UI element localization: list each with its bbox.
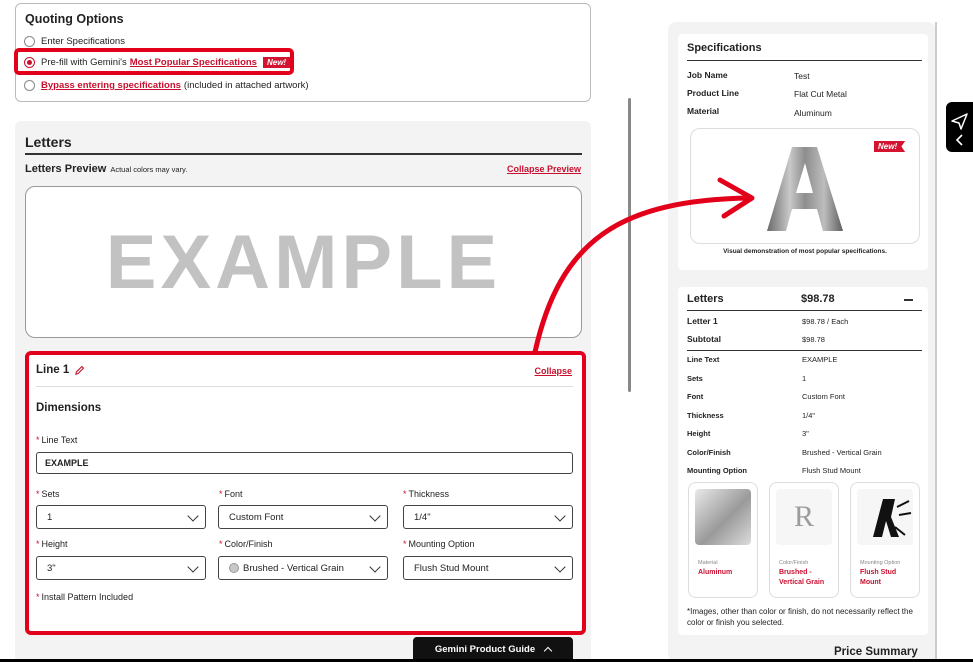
radio-bypass-specifications[interactable]	[24, 80, 35, 91]
radio-enter-specifications[interactable]	[24, 36, 35, 47]
mounting-option-thumb: Mounting Option Flush Stud Mount	[850, 482, 920, 598]
material-image	[695, 489, 751, 545]
summary-row-key: Height	[687, 429, 711, 438]
letters-preview-note: Actual colors may vary.	[110, 165, 188, 174]
letters-title: Letters	[25, 134, 72, 150]
summary-row-key: Line Text	[687, 355, 720, 364]
collapse-line-link[interactable]: Collapse	[534, 366, 572, 376]
option-enter-specifications-label: Enter Specifications	[41, 36, 125, 47]
line-1-title: Line 1	[36, 364, 70, 376]
summary-row-value: 1	[802, 373, 807, 383]
mounting-option-select[interactable]: Flush Stud Mount	[403, 556, 573, 580]
letters-preview-label: Letters Preview Actual colors may vary.	[25, 163, 187, 175]
new-badge: New!	[874, 141, 906, 152]
sets-label: * Sets	[36, 489, 60, 499]
thumb-value: Flush Stud Mount	[860, 569, 897, 586]
mounting-option-label: * Mounting Option	[403, 539, 475, 549]
summary-row-value: EXAMPLE	[802, 355, 838, 364]
summary-row-key: Sets	[687, 373, 703, 383]
job-name-value: Test	[794, 71, 810, 81]
product-guide-label: Gemini Product Guide	[434, 644, 536, 655]
chevron-down-icon	[187, 561, 199, 573]
thumb-label: Material	[698, 560, 718, 566]
product-line-value: Flat Cut Metal	[794, 89, 847, 99]
chevron-up-icon	[543, 646, 553, 656]
install-pattern-label: * Install Pattern Included	[36, 592, 134, 602]
side-widget[interactable]	[946, 102, 973, 152]
height-label: * Height	[36, 539, 68, 549]
summary-row-key: Font	[687, 392, 704, 401]
color-finish-select[interactable]: Brushed - Vertical Grain	[218, 556, 388, 580]
pencil-icon[interactable]	[74, 365, 85, 376]
option-bypass-specifications[interactable]: Bypass entering specifications (included…	[24, 80, 309, 91]
option-bypass-suffix: (included in attached artwork)	[183, 80, 309, 91]
summary-row-key: Thickness	[687, 410, 724, 420]
thumb-label: Color/Finish	[779, 560, 809, 566]
mounting-stud-image	[857, 489, 913, 545]
summary-row-value: Custom Font	[802, 392, 845, 401]
option-enter-specifications[interactable]: Enter Specifications	[24, 36, 125, 47]
main-scrollbar[interactable]	[628, 98, 631, 392]
letters-preview-heading: Letters Preview	[25, 163, 107, 175]
color-finish-label: * Color/Finish	[219, 539, 273, 549]
height-select[interactable]: 3"	[36, 556, 206, 580]
chevron-down-icon	[369, 561, 381, 573]
minus-icon[interactable]	[904, 299, 913, 301]
line-text-label: * Line Text	[36, 435, 78, 445]
summary-row-value: Brushed - Vertical Grain	[802, 447, 882, 457]
summary-row-key: Color/Finish	[687, 447, 731, 457]
highlight-box-prefill	[14, 48, 294, 75]
font-select[interactable]: Custom Font	[218, 505, 388, 529]
subtotal-value: $98.78	[802, 335, 825, 344]
letters-divider	[25, 153, 582, 155]
line-1-divider	[36, 386, 573, 387]
collapse-preview-link[interactable]: Collapse Preview	[507, 164, 581, 174]
material-key: Material	[687, 106, 720, 116]
summary-row-value: Flush Stud Mount	[802, 466, 861, 475]
summary-divider	[687, 310, 922, 311]
thumb-label: Mounting Option	[860, 560, 901, 566]
demo-caption: Visual demonstration of most popular spe…	[723, 248, 887, 255]
job-name-key: Job Name	[687, 70, 728, 80]
quoting-options-title: Quoting Options	[25, 12, 124, 26]
font-label: * Font	[219, 489, 243, 499]
sets-select[interactable]: 1	[36, 505, 206, 529]
finish-sample-r-image: R	[776, 489, 832, 545]
send-icon[interactable]	[946, 102, 973, 152]
summary-row-value: 1/4"	[802, 410, 816, 420]
letters-preview-box: EXAMPLE	[25, 186, 582, 338]
line-1-title-row: Line 1	[36, 364, 85, 376]
letter-1-key: Letter 1	[687, 316, 718, 326]
preview-text: EXAMPLE	[105, 219, 502, 305]
product-line-key: Product Line	[687, 88, 739, 98]
dimensions-heading: Dimensions	[36, 402, 102, 414]
summary-row-key: Mounting Option	[687, 466, 747, 475]
subtotal-key: Subtotal	[687, 334, 721, 344]
price-summary-heading: Price Summary	[834, 646, 918, 658]
thickness-select[interactable]: 1/4"	[403, 505, 573, 529]
bypass-specifications-link[interactable]: Bypass entering specifications	[41, 80, 181, 91]
line-text-input[interactable]: EXAMPLE	[36, 452, 573, 474]
specifications-divider	[687, 60, 922, 61]
image-disclaimer: *Images, other than color or finish, do …	[687, 607, 913, 627]
line-1-card: Line 1 Collapse Dimensions * Line Text EX…	[25, 351, 586, 635]
thumb-value: Brushed - Vertical Grain	[779, 569, 825, 586]
summary-total: $98.78	[801, 293, 835, 305]
material-thumb: Material Aluminum	[688, 482, 758, 598]
specifications-title: Specifications	[687, 42, 762, 54]
chevron-down-icon	[554, 561, 566, 573]
chevron-down-icon	[554, 510, 566, 522]
material-value: Aluminum	[794, 108, 832, 118]
thumb-value: Aluminum	[698, 569, 733, 576]
chevron-down-icon	[187, 510, 199, 522]
summary-row-value: 3"	[802, 429, 809, 438]
summary-letters-title: Letters	[687, 293, 724, 305]
color-swatch	[229, 563, 239, 573]
letter-1-value: $98.78 / Each	[802, 317, 849, 326]
chevron-down-icon	[369, 510, 381, 522]
thickness-label: * Thickness	[403, 489, 450, 499]
color-finish-thumb: R Color/Finish Brushed - Vertical Grain	[769, 482, 839, 598]
sidebar-scrollbar[interactable]	[935, 22, 937, 662]
summary-divider	[687, 350, 922, 351]
